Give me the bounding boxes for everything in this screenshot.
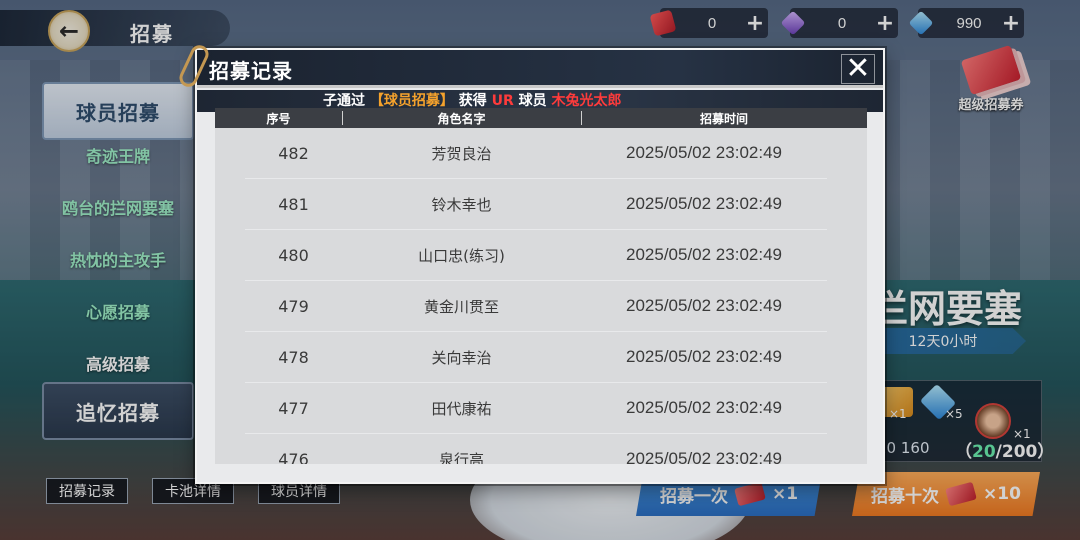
ticker-rarity: UR xyxy=(491,93,514,109)
table-row: 476 泉行高 2025/05/02 23:02:49 xyxy=(245,434,827,464)
row-player-name: 关向幸治 xyxy=(431,348,492,367)
row-number: 478 xyxy=(278,347,309,367)
column-header-name: 角色名字 xyxy=(342,108,581,128)
row-player-name: 芳贺良治 xyxy=(431,144,492,163)
table-row: 482 芳贺良治 2025/05/02 23:02:49 xyxy=(245,128,827,179)
history-table[interactable]: 序号 角色名字 招募时间 482 芳贺良治 2025/05/02 23:02:49 4… xyxy=(215,108,867,464)
ticker-text: 获得 xyxy=(458,93,487,109)
recruit-history-dialog: 招募记录 ✕ 子通过 【球员招募】 获得 UR 球员 木兔光太郎 序号 角色名字… xyxy=(176,42,885,484)
row-number: 476 xyxy=(278,449,309,465)
row-recruit-time: 2025/05/02 23:02:49 xyxy=(626,398,782,417)
ticker-text: 子通过 xyxy=(323,93,365,109)
column-header-number: 序号 xyxy=(266,111,291,126)
row-player-name: 田代康祐 xyxy=(431,399,492,418)
row-number: 481 xyxy=(278,194,309,214)
close-button[interactable]: ✕ xyxy=(841,54,875,84)
row-recruit-time: 2025/05/02 23:02:49 xyxy=(626,245,782,264)
table-row: 480 山口忠(练习) 2025/05/02 23:02:49 xyxy=(245,230,827,281)
row-number: 482 xyxy=(278,143,309,163)
row-player-name: 黄金川贯至 xyxy=(423,297,499,316)
ticker-source: 【球员招募】 xyxy=(369,93,454,109)
table-row: 478 关向幸治 2025/05/02 23:02:49 xyxy=(245,332,827,383)
table-row: 479 黄金川贯至 2025/05/02 23:02:49 xyxy=(245,281,827,332)
row-recruit-time: 2025/05/02 23:02:49 xyxy=(626,143,782,162)
row-player-name: 山口忠(练习) xyxy=(418,246,505,265)
row-number: 479 xyxy=(278,296,309,316)
column-header-time: 招募时间 xyxy=(581,108,867,128)
row-player-name: 泉行高 xyxy=(438,450,484,465)
row-recruit-time: 2025/05/02 23:02:49 xyxy=(626,194,782,213)
table-header: 序号 角色名字 招募时间 xyxy=(215,108,867,128)
row-recruit-time: 2025/05/02 23:02:49 xyxy=(626,347,782,366)
table-body: 482 芳贺良治 2025/05/02 23:02:49 481 铃木幸也 2025/05… xyxy=(215,128,867,464)
dialog-header: 招募记录 ✕ xyxy=(197,50,883,88)
ticker-text: 球员 xyxy=(518,93,547,109)
row-recruit-time: 2025/05/02 23:02:49 xyxy=(626,449,782,464)
table-row: 481 铃木幸也 2025/05/02 23:02:49 xyxy=(245,179,827,230)
row-player-name: 铃木幸也 xyxy=(431,195,492,214)
dialog-title: 招募记录 xyxy=(209,59,293,83)
table-row: 477 田代康祐 2025/05/02 23:02:49 xyxy=(245,383,827,434)
row-recruit-time: 2025/05/02 23:02:49 xyxy=(626,296,782,315)
row-number: 480 xyxy=(278,245,309,265)
ticker-player: 木兔光太郎 xyxy=(551,93,622,109)
row-number: 477 xyxy=(278,398,309,418)
